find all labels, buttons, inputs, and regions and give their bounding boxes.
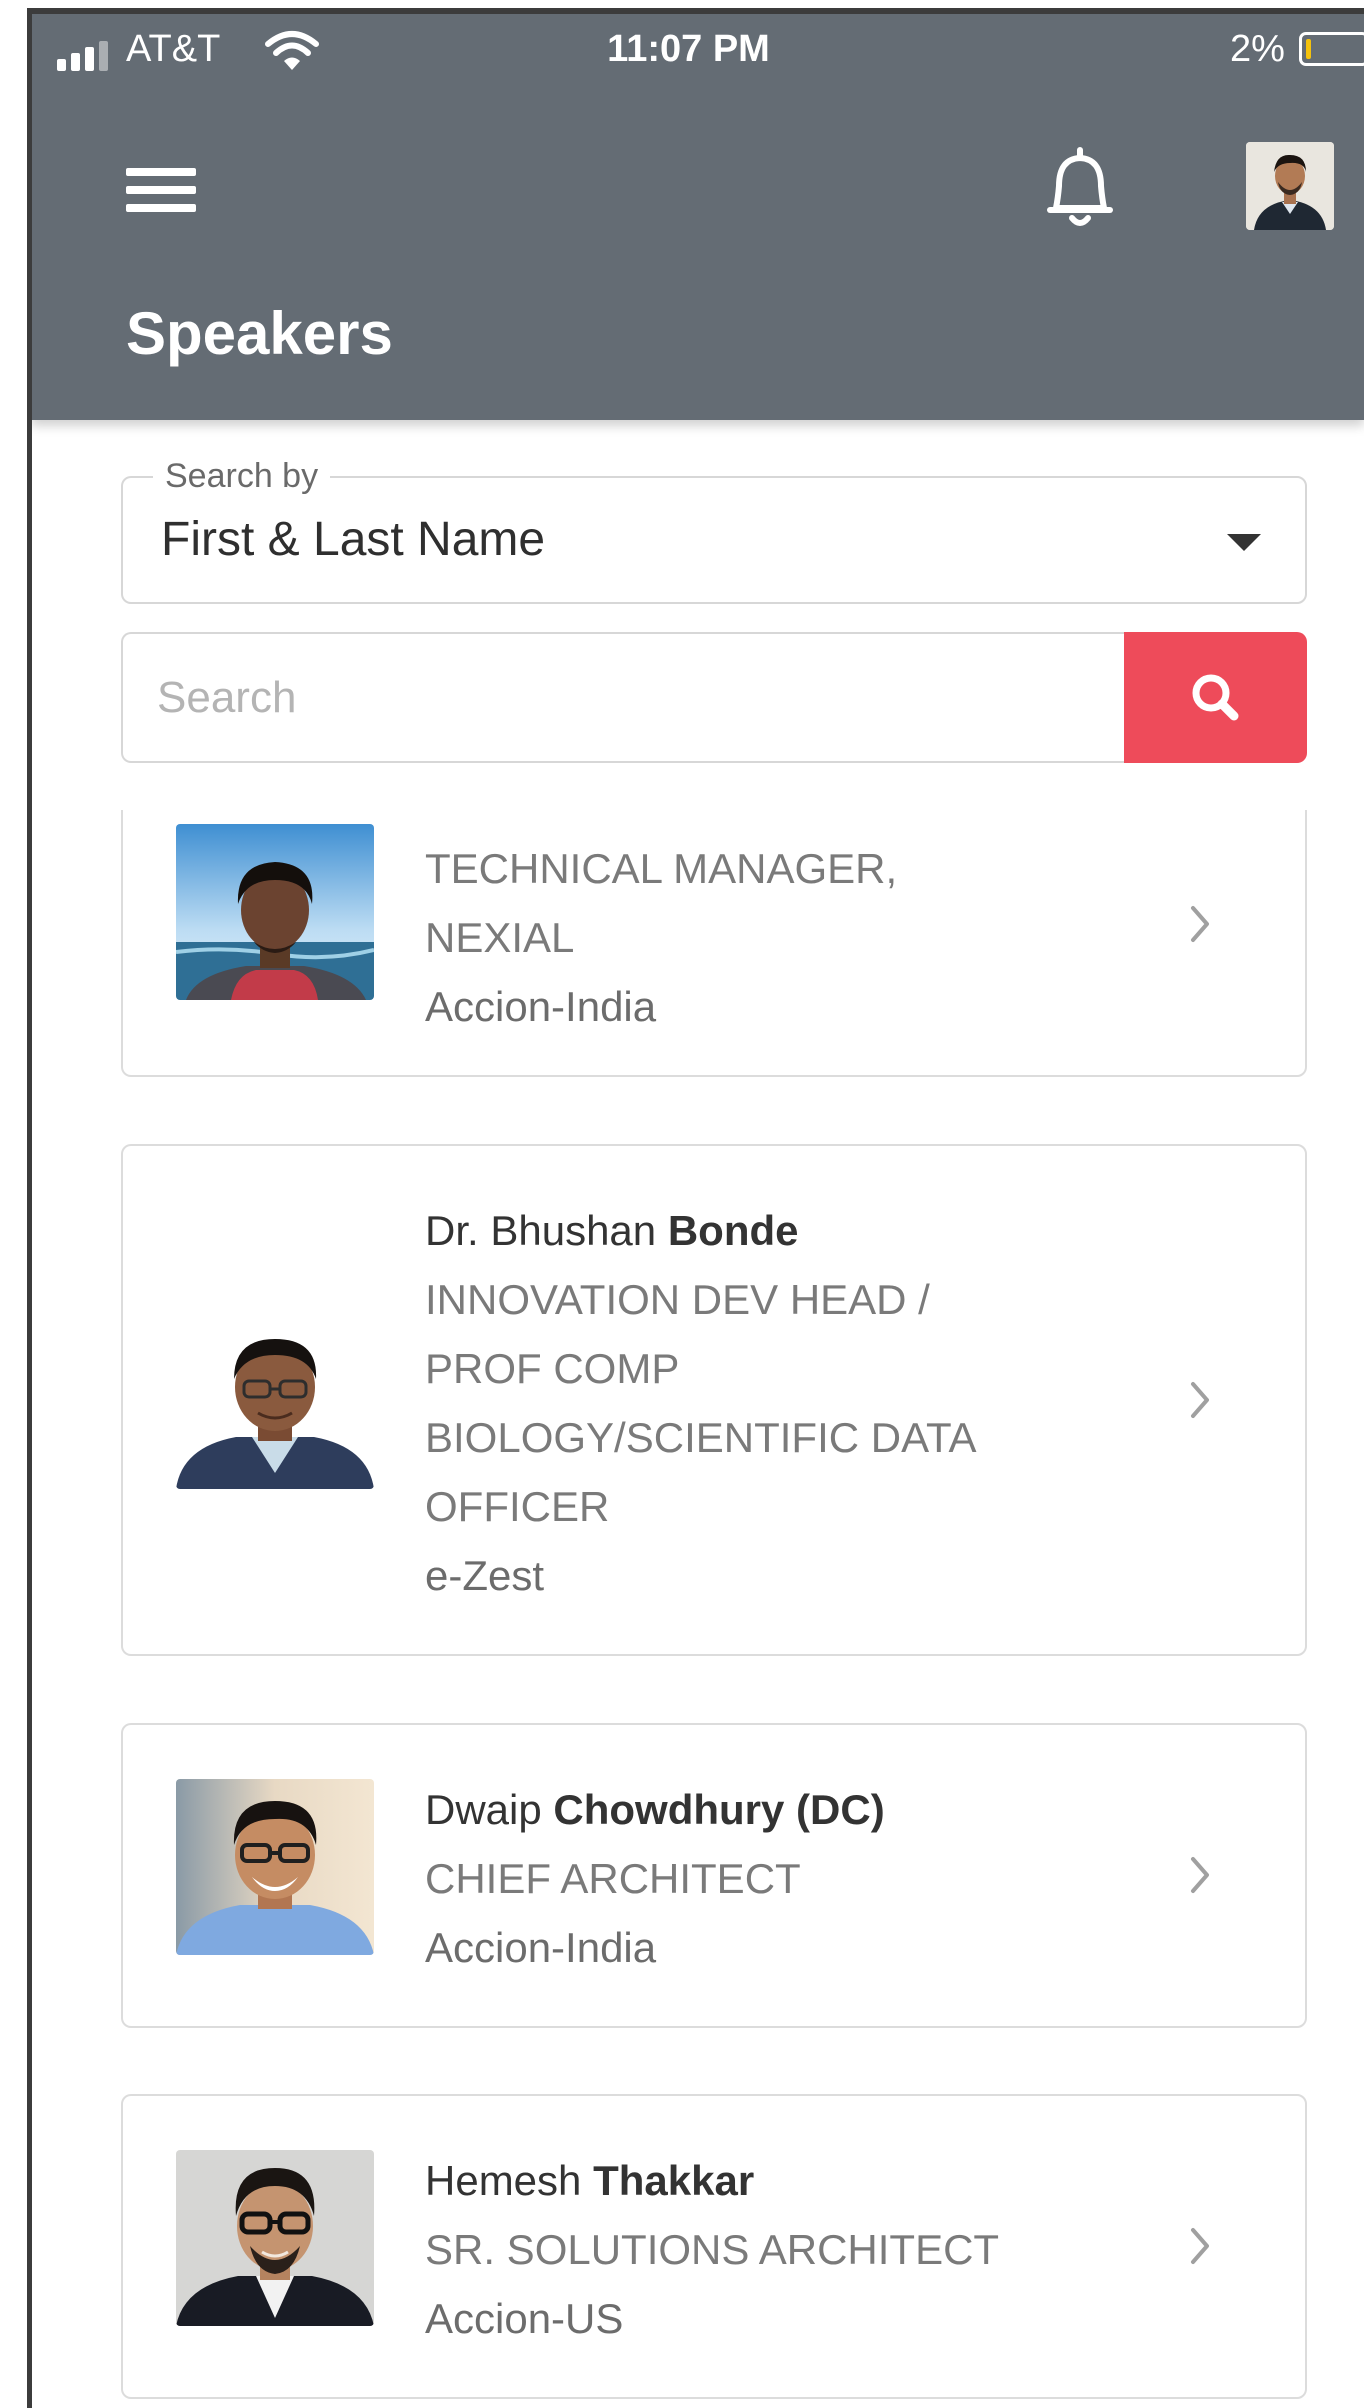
search-bar <box>121 632 1307 763</box>
search-button[interactable] <box>1124 632 1307 763</box>
speaker-title-line: PROF COMP <box>425 1345 680 1392</box>
chevron-right-icon <box>1191 2228 1209 2264</box>
speaker-card[interactable]: TECHNICAL MANAGER, NEXIAL Accion-India <box>121 810 1307 1077</box>
speaker-card[interactable]: Dwaip Chowdhury (DC) CHIEF ARCHITECT Acc… <box>121 1723 1307 2028</box>
user-avatar[interactable] <box>1246 142 1334 230</box>
speaker-company: Accion-India <box>425 1924 657 1971</box>
speaker-title-line: CHIEF ARCHITECT <box>425 1855 801 1902</box>
page-title: Speakers <box>126 300 393 367</box>
speaker-photo <box>176 2150 374 2326</box>
speaker-company: Accion-US <box>425 2295 624 2342</box>
speaker-company: e-Zest <box>425 1552 545 1599</box>
speaker-card[interactable]: Hemesh Thakkar SR. SOLUTIONS ARCHITECT A… <box>121 2094 1307 2399</box>
speaker-title-line: OFFICER <box>425 1483 610 1530</box>
battery-percent: 2% <box>1230 28 1285 70</box>
app-screen: AT&T 11:07 PM 2% Speakers Search by Firs… <box>0 0 1364 2408</box>
frame-border <box>27 14 32 2408</box>
search-by-select[interactable]: Search by First & Last Name <box>121 456 1307 604</box>
speaker-photo <box>176 1313 374 1489</box>
speaker-details: Dr. Bhushan Bonde INNOVATION DEV HEAD / … <box>425 1196 1105 1610</box>
speaker-first-name: Dwaip <box>425 1786 542 1833</box>
app-header: AT&T 11:07 PM 2% Speakers <box>31 14 1364 420</box>
search-by-value: First & Last Name <box>161 513 546 566</box>
speaker-photo <box>176 824 374 1000</box>
speaker-photo <box>176 1779 374 1955</box>
chevron-right-icon <box>1191 1382 1209 1418</box>
speaker-name: Dwaip Chowdhury (DC) <box>425 1775 1105 1844</box>
search-input[interactable] <box>121 632 1124 763</box>
speaker-first-name: Hemesh <box>425 2157 582 2204</box>
speaker-title-line: TECHNICAL MANAGER, <box>425 845 898 892</box>
status-bar: AT&T 11:07 PM 2% <box>31 14 1364 84</box>
speaker-details: TECHNICAL MANAGER, NEXIAL Accion-India <box>425 834 1105 1041</box>
speaker-last-name: Bonde <box>667 1207 799 1254</box>
chevron-right-icon <box>1191 1857 1209 1893</box>
speaker-details: Hemesh Thakkar SR. SOLUTIONS ARCHITECT A… <box>425 2146 1105 2353</box>
chevron-right-icon <box>1191 906 1209 942</box>
speaker-name: Hemesh Thakkar <box>425 2146 1105 2215</box>
bell-icon[interactable] <box>1042 142 1118 234</box>
speaker-details: Dwaip Chowdhury (DC) CHIEF ARCHITECT Acc… <box>425 1775 1105 1982</box>
frame-border <box>27 8 1364 14</box>
hamburger-menu-icon[interactable] <box>126 154 196 218</box>
speaker-title-line: BIOLOGY/SCIENTIFIC DATA <box>425 1414 977 1461</box>
speaker-title-line: NEXIAL <box>425 914 575 961</box>
speaker-first-name: Dr. Bhushan <box>425 1207 657 1254</box>
search-icon <box>1192 674 1239 721</box>
battery-icon <box>1299 32 1364 66</box>
search-by-label: Search by <box>153 456 331 496</box>
speaker-last-name: Thakkar <box>593 2157 755 2204</box>
speaker-last-name: Chowdhury (DC) <box>553 1786 885 1833</box>
status-time: 11:07 PM <box>607 28 770 70</box>
caret-down-icon <box>1227 534 1261 551</box>
speaker-card[interactable]: Dr. Bhushan Bonde INNOVATION DEV HEAD / … <box>121 1144 1307 1656</box>
speaker-title-line: INNOVATION DEV HEAD / <box>425 1276 930 1323</box>
speaker-name: Dr. Bhushan Bonde <box>425 1196 1105 1265</box>
speaker-list: TECHNICAL MANAGER, NEXIAL Accion-India D… <box>31 810 1364 2408</box>
speaker-title-line: SR. SOLUTIONS ARCHITECT <box>425 2226 1000 2273</box>
speaker-company: Accion-India <box>425 983 657 1030</box>
